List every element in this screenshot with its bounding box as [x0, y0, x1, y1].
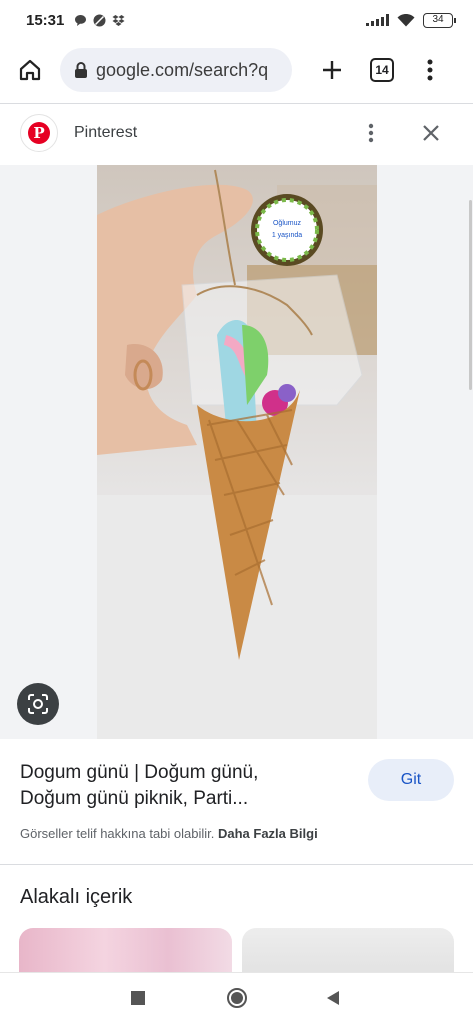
source-name[interactable]: Pinterest [74, 124, 137, 142]
lens-icon [28, 694, 48, 714]
preview-image[interactable]: Oğlumuz 1 yaşında [97, 165, 377, 739]
signal-icon [366, 14, 389, 26]
scrollbar[interactable] [469, 200, 472, 390]
related-thumbnail[interactable] [19, 928, 232, 972]
copyright-text: Görseller telif hakkına tabi olabilir. [20, 826, 218, 841]
result-title-line1: Dogum günü | Doğum günü, [20, 762, 259, 783]
wifi-icon [397, 14, 415, 27]
status-bar: 15:31 34 [0, 0, 473, 40]
status-time: 15:31 [26, 11, 65, 29]
battery-icon: 34 [423, 12, 456, 28]
overflow-menu-icon[interactable] [414, 54, 446, 86]
chat-bubble-icon [75, 14, 87, 26]
section-divider [0, 864, 473, 865]
home-nav-icon[interactable] [224, 985, 250, 1011]
status-right: 34 [366, 12, 456, 28]
home-icon[interactable] [14, 54, 46, 86]
related-thumbnail[interactable] [242, 928, 454, 972]
new-tab-icon[interactable] [316, 54, 348, 86]
close-icon[interactable] [415, 117, 447, 149]
visit-button[interactable]: Git [368, 759, 454, 801]
browser-toolbar: google.com/search?q 14 [0, 42, 473, 98]
dropbox-icon [112, 14, 125, 26]
source-header: P Pinterest [0, 104, 473, 162]
recents-icon[interactable] [125, 985, 151, 1011]
system-nav-bar [0, 972, 473, 1024]
pinterest-logo: P [20, 114, 58, 152]
related-content-title: Alakalı içerik [20, 886, 133, 908]
more-vert-icon[interactable] [355, 117, 387, 149]
google-lens-button[interactable] [17, 683, 59, 725]
result-title[interactable]: Dogum günü | Doğum günü, Doğum günü pikn… [20, 760, 340, 812]
address-bar[interactable]: google.com/search?q [60, 48, 292, 92]
sticker-line1: Oğlumuz [273, 220, 302, 227]
copyright-notice: Görseller telif hakkına tabi olabilir. D… [20, 826, 318, 841]
more-info-link[interactable]: Daha Fazla Bilgi [218, 826, 318, 841]
tab-switcher-button[interactable]: 14 [370, 58, 394, 82]
result-title-line2: Doğum günü piknik, Parti... [20, 788, 249, 809]
back-icon[interactable] [320, 985, 346, 1011]
no-disturb-icon [93, 14, 106, 26]
sticker-line2: 1 yaşında [272, 232, 302, 239]
ice-cream-cone-photo: Oğlumuz 1 yaşında [97, 169, 377, 739]
notification-icons [74, 14, 125, 27]
image-preview: Oğlumuz 1 yaşında [0, 165, 473, 739]
lock-icon [75, 62, 87, 78]
url-text: google.com/search?q [96, 59, 269, 80]
